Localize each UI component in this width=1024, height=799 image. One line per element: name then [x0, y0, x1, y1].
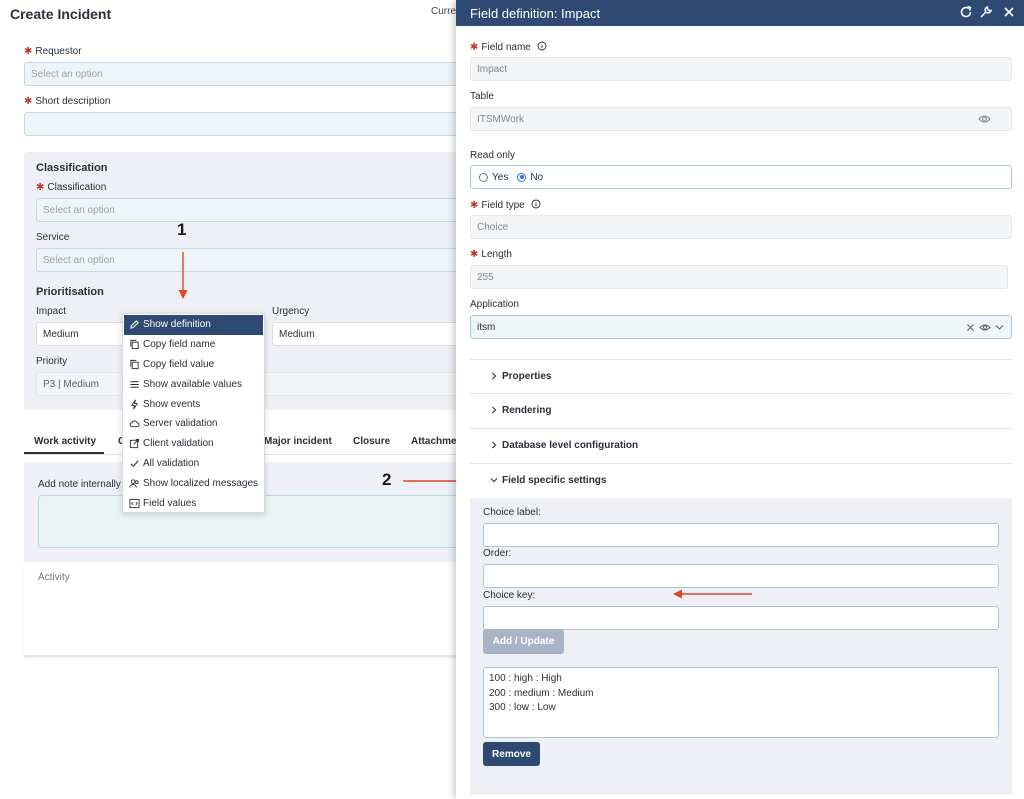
short-description-input[interactable] [24, 112, 460, 136]
read-only-yes-radio[interactable] [479, 172, 488, 182]
requestor-select[interactable]: Select an option [24, 62, 460, 86]
service-label: Service [36, 232, 70, 243]
prioritisation-section-title: Prioritisation [36, 286, 104, 298]
code-icon [128, 497, 140, 509]
classification-label: ✱ Classification [36, 182, 107, 193]
classification-section-title: Classification [36, 162, 108, 174]
urgency-label: Urgency [272, 306, 310, 317]
annotation-arrow-1 [178, 252, 188, 299]
activity-section: Activity [24, 563, 460, 657]
annotation-number-2: 2 [382, 470, 392, 489]
priority-label: Priority [36, 356, 68, 367]
list-item[interactable]: 200 : medium : Medium [489, 687, 993, 702]
accordion-field-specific-settings[interactable]: Field specific settings [470, 464, 1012, 499]
list-item[interactable]: 100 : high : High [489, 672, 993, 687]
info-icon [537, 41, 547, 51]
menu-item-all-validation[interactable]: All validation [124, 454, 263, 474]
choices-list[interactable]: 100 : high : High 200 : medium : Medium … [483, 667, 999, 738]
list-item[interactable]: 300 : low : Low [489, 701, 993, 716]
list-icon [128, 378, 140, 390]
cloud-icon [128, 418, 140, 430]
choice-key-label: Choice key: [483, 590, 536, 601]
application-label: Application [470, 299, 519, 310]
urgency-select[interactable]: Medium [272, 322, 460, 346]
field-name-input[interactable]: Impact [470, 57, 1012, 81]
choice-label-label: Choice label: [483, 507, 541, 518]
choice-label-input[interactable] [483, 523, 999, 547]
menu-item-copy-field-value[interactable]: Copy field value [124, 355, 263, 375]
length-input[interactable]: 255 [470, 265, 1008, 289]
check-icon [128, 457, 140, 469]
users-icon [128, 477, 140, 489]
copy-icon [128, 358, 140, 370]
classification-select[interactable]: Select an option [36, 198, 460, 222]
menu-item-show-events[interactable]: Show events [124, 394, 263, 414]
eye-icon[interactable] [978, 114, 991, 124]
field-context-menu: Show definition Copy field name Copy fie… [122, 313, 265, 513]
activity-label: Activity [38, 572, 70, 583]
tab-attachments[interactable]: Attachme [411, 436, 457, 447]
tab-work-activity[interactable]: Work activity [34, 436, 96, 447]
application-select[interactable]: itsm [470, 315, 1012, 339]
note-label: Add note internally [38, 479, 121, 490]
requestor-label: ✱ Requestor [24, 46, 82, 57]
menu-item-show-localized-messages[interactable]: Show localized messages [124, 473, 263, 493]
panel-header: Field definition: Impact [456, 0, 1024, 26]
close-icon[interactable] [1002, 5, 1016, 19]
read-only-no-label: No [530, 171, 544, 183]
read-only-label: Read only [470, 150, 516, 161]
menu-item-show-available-values[interactable]: Show available values [124, 374, 263, 394]
bolt-icon [128, 398, 140, 410]
menu-item-server-validation[interactable]: Server validation [124, 414, 263, 434]
service-select[interactable]: Select an option [36, 248, 460, 272]
pencil-icon [128, 319, 140, 331]
remove-button[interactable]: Remove [483, 742, 540, 766]
field-type-label: ✱ Field type [470, 199, 541, 211]
impact-label: Impact [36, 306, 67, 317]
refresh-icon[interactable] [959, 5, 973, 19]
page-title: Create Incident [10, 6, 112, 22]
wrench-icon[interactable] [979, 5, 993, 19]
menu-item-field-values[interactable]: Field values [124, 493, 263, 513]
short-description-label: ✱ Short description [24, 96, 111, 107]
table-label: Table [470, 91, 494, 102]
tab-major-incident[interactable]: Major incident [264, 436, 332, 447]
chevron-right-icon [492, 441, 497, 449]
panel-title: Field definition: Impact [470, 6, 601, 21]
external-link-icon [128, 438, 140, 450]
accordion-database-level-configuration[interactable]: Database level configuration [470, 429, 1012, 464]
copy-icon [128, 339, 140, 351]
add-update-button[interactable]: Add / Update [483, 629, 564, 654]
length-label: ✱ Length [470, 249, 512, 260]
clear-icon[interactable] [966, 323, 975, 332]
order-label: Order: [483, 548, 512, 559]
menu-item-show-definition[interactable]: Show definition [124, 315, 263, 335]
table-input[interactable]: ITSMWork [470, 107, 1012, 131]
menu-item-client-validation[interactable]: Client validation [124, 434, 263, 454]
chevron-down-icon [490, 478, 498, 483]
read-only-no-radio[interactable] [517, 172, 527, 182]
active-tab-indicator [24, 452, 104, 454]
annotation-number-1: 1 [177, 220, 187, 239]
chevron-right-icon [492, 406, 497, 414]
read-only-radio-group: Yes No [470, 165, 1012, 189]
header-truncated-text: Curre [431, 6, 457, 17]
info-icon [531, 199, 541, 209]
choice-key-input[interactable] [483, 606, 999, 630]
annotation-arrow-3 [673, 589, 752, 599]
tab-closure[interactable]: Closure [353, 436, 390, 447]
menu-item-copy-field-name[interactable]: Copy field name [124, 335, 263, 355]
field-type-input[interactable]: Choice [470, 215, 1012, 239]
chevron-down-icon[interactable] [995, 324, 1004, 331]
order-input[interactable] [483, 564, 999, 588]
chevron-right-icon [492, 372, 497, 380]
eye-icon[interactable] [979, 323, 991, 332]
read-only-yes-label: Yes [492, 171, 509, 183]
field-name-label: ✱ Field name [470, 41, 547, 53]
accordion-rendering[interactable]: Rendering [470, 394, 1012, 429]
accordion-properties[interactable]: Properties [470, 359, 1012, 394]
